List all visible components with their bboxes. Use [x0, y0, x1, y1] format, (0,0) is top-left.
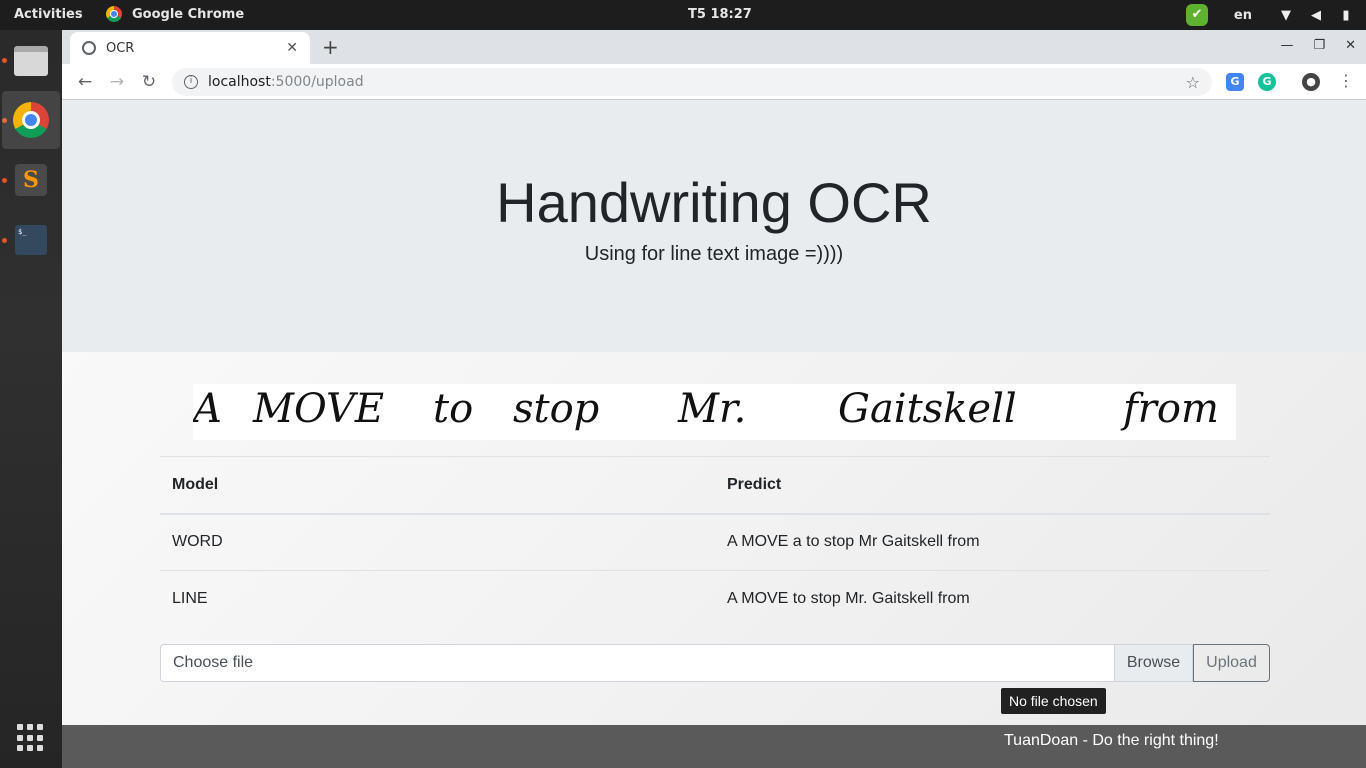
close-window-icon[interactable]: ✕ — [1345, 38, 1356, 53]
files-icon — [14, 46, 48, 76]
predict-cell: A MOVE to stop Mr. Gaitskell from — [715, 570, 1270, 628]
page-title: Handwriting OCR — [496, 171, 932, 234]
dock-sublime-text[interactable]: S — [2, 151, 60, 209]
column-header-predict: Predict — [715, 456, 1270, 515]
wifi-icon[interactable]: ▼ — [1278, 8, 1294, 23]
handwritten-word: to — [433, 386, 474, 432]
model-cell: WORD — [160, 513, 715, 571]
restore-icon[interactable]: ❐ — [1313, 38, 1325, 53]
forward-icon[interactable]: → — [101, 72, 133, 92]
chrome-menu-icon[interactable]: ⋮ — [1338, 71, 1354, 90]
model-cell: LINE — [160, 570, 715, 628]
table-header-row: Model Predict — [160, 456, 1270, 515]
hero-banner: Handwriting OCR Using for line text imag… — [62, 100, 1366, 352]
globe-icon — [82, 41, 96, 55]
shield-check-icon[interactable]: ✔ — [1185, 4, 1208, 26]
handwritten-word: Gaitskell — [838, 386, 1017, 432]
dock: S $_ — [0, 30, 62, 768]
app-menu[interactable]: Google Chrome — [106, 6, 244, 22]
show-applications-icon[interactable] — [17, 724, 45, 752]
volume-icon[interactable]: ◀ — [1308, 8, 1324, 23]
handwriting-image: A MOVE to stop Mr. Gaitskell from — [193, 384, 1236, 440]
file-input[interactable]: Choose file — [160, 644, 1115, 682]
app-name: Google Chrome — [132, 6, 245, 22]
system-tray[interactable]: ✔ en ▼ ◀ ▮ — [1185, 4, 1354, 26]
handwritten-word: Mr. — [678, 386, 747, 432]
reload-icon[interactable]: ↻ — [133, 72, 165, 92]
footer: TuanDoan - Do the right thing! — [62, 725, 1366, 768]
language-indicator[interactable]: en — [1234, 8, 1252, 23]
chrome-icon — [13, 102, 49, 138]
predict-cell: A MOVE a to stop Mr Gaitskell from — [715, 513, 1270, 571]
page-content: Handwriting OCR Using for line text imag… — [62, 100, 1366, 768]
dock-terminal[interactable]: $_ — [2, 211, 60, 269]
site-info-icon[interactable]: i — [184, 75, 198, 89]
close-tab-icon[interactable]: ✕ — [286, 40, 298, 56]
new-tab-icon[interactable]: + — [322, 35, 339, 59]
minimize-icon[interactable]: — — [1280, 38, 1293, 53]
handwritten-word: from — [1123, 386, 1219, 432]
handwritten-word: A — [193, 386, 222, 432]
chrome-icon — [106, 6, 122, 22]
terminal-icon: $_ — [15, 225, 47, 255]
url-path: :5000/upload — [270, 74, 364, 90]
address-bar[interactable]: i localhost:5000/upload ☆ — [172, 68, 1212, 96]
handwritten-word: stop — [513, 386, 600, 432]
bookmark-star-icon[interactable]: ☆ — [1186, 73, 1200, 92]
profile-avatar-icon[interactable]: ● — [1302, 73, 1320, 91]
column-header-model: Model — [160, 456, 715, 515]
table-row: LINE A MOVE to stop Mr. Gaitskell from — [160, 570, 1270, 628]
system-top-bar: Activities Google Chrome T5 18:27 ✔ en ▼… — [0, 0, 1366, 30]
clock[interactable]: T5 18:27 — [688, 7, 752, 22]
dock-files[interactable] — [2, 32, 60, 90]
upload-form: Choose file Browse Upload — [160, 644, 1270, 682]
file-input-label: Choose file — [173, 654, 254, 671]
file-tooltip: No file chosen — [1001, 688, 1106, 714]
results-table: Model Predict WORD A MOVE a to stop Mr G… — [160, 456, 1270, 628]
grammarly-icon[interactable]: G — [1258, 73, 1276, 91]
battery-icon[interactable]: ▮ — [1338, 8, 1354, 23]
table-row: WORD A MOVE a to stop Mr Gaitskell from — [160, 513, 1270, 571]
tab-strip: OCR ✕ + — ❐ ✕ — [62, 30, 1366, 64]
browser-toolbar: ← → ↻ i localhost:5000/upload ☆ G G ● ⋮ — [62, 64, 1366, 100]
browse-button[interactable]: Browse — [1115, 644, 1193, 682]
handwritten-word: MOVE — [253, 386, 385, 432]
footer-text: TuanDoan - Do the right thing! — [1004, 732, 1219, 749]
page-subtitle: Using for line text image =)))) — [584, 243, 844, 265]
url-host: localhost — [208, 74, 271, 90]
dock-chrome[interactable] — [2, 91, 60, 149]
chrome-window: OCR ✕ + — ❐ ✕ ← → ↻ i localhost:5000/upl… — [62, 30, 1366, 768]
tab-title: OCR — [106, 40, 135, 56]
google-translate-icon[interactable]: G — [1226, 73, 1244, 91]
upload-button[interactable]: Upload — [1193, 644, 1270, 682]
tab-ocr[interactable]: OCR ✕ — [70, 32, 310, 64]
back-icon[interactable]: ← — [69, 72, 101, 92]
sublime-text-icon: S — [15, 164, 47, 196]
window-controls: — ❐ ✕ — [1280, 38, 1356, 53]
activities-button[interactable]: Activities — [14, 7, 83, 22]
